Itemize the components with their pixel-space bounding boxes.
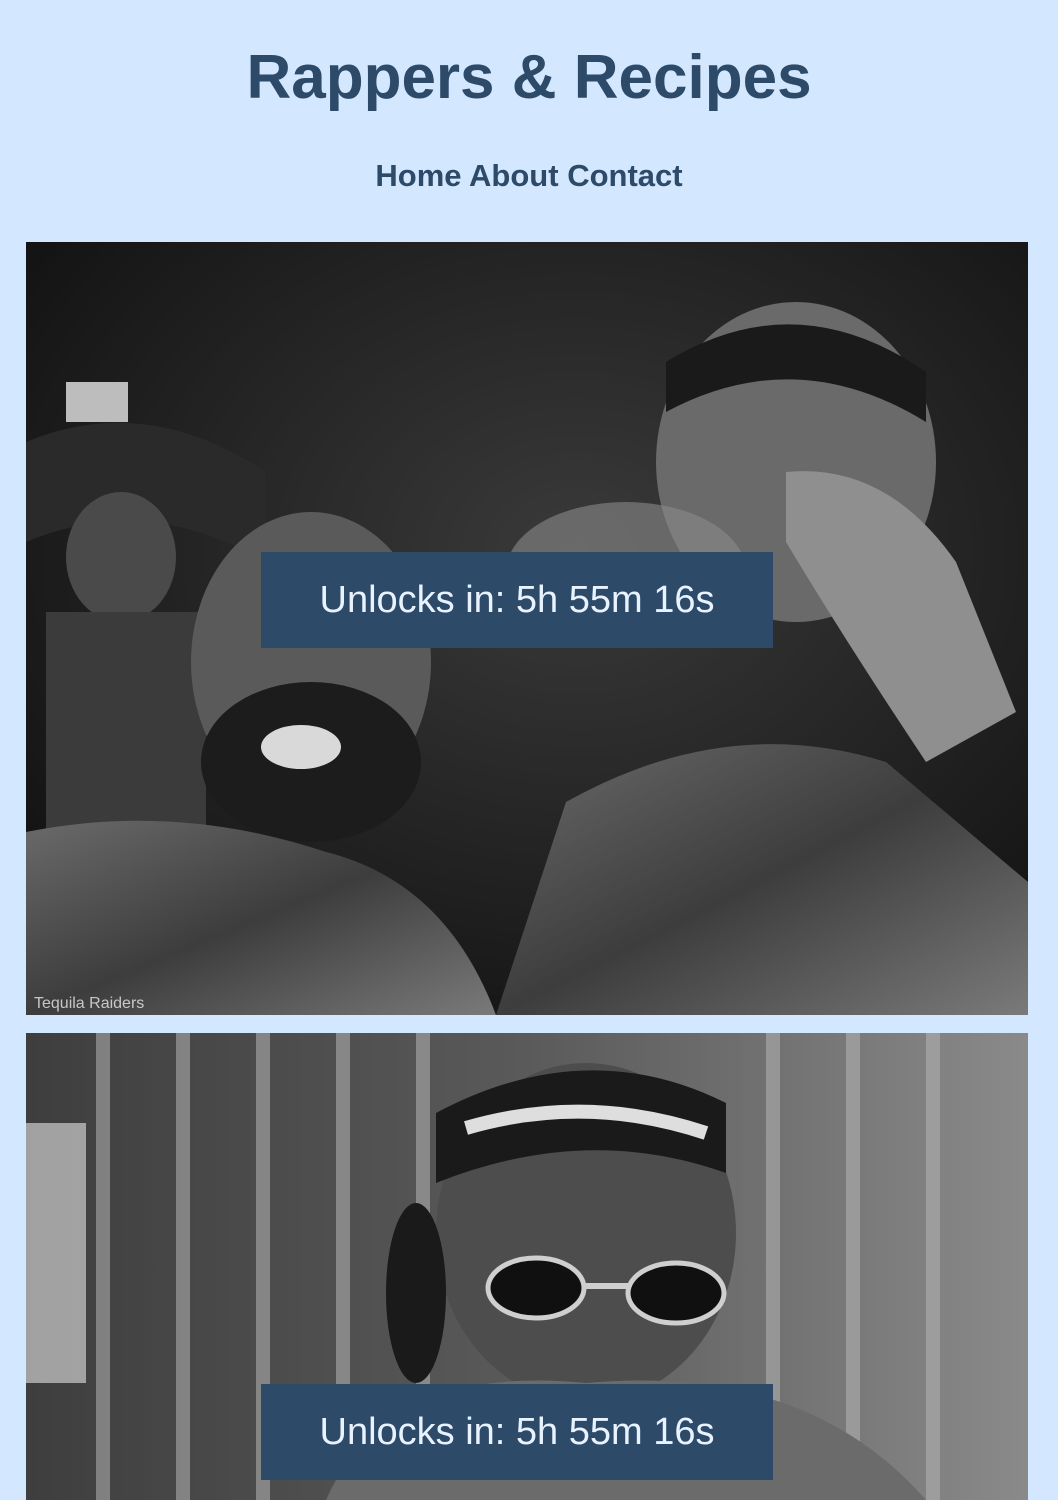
main-nav: Home About Contact xyxy=(0,156,1058,196)
unlock-countdown-1[interactable]: Unlocks in: 5h 55m 16s xyxy=(261,552,773,648)
site-title: Rappers & Recipes xyxy=(246,43,812,112)
nav-contact-link[interactable]: Contact xyxy=(567,158,682,193)
nav-about-link[interactable]: About xyxy=(469,158,559,193)
recipe-card-2[interactable]: Unlocks in: 5h 55m 16s xyxy=(26,1033,1028,1500)
nav-home-link[interactable]: Home xyxy=(375,158,461,193)
recipe-card-1[interactable]: Tequila Raiders Unlocks in: 5h 55m 16s xyxy=(26,242,1028,1015)
unlock-countdown-2[interactable]: Unlocks in: 5h 55m 16s xyxy=(261,1384,773,1480)
photo-watermark: Tequila Raiders xyxy=(34,995,145,1012)
